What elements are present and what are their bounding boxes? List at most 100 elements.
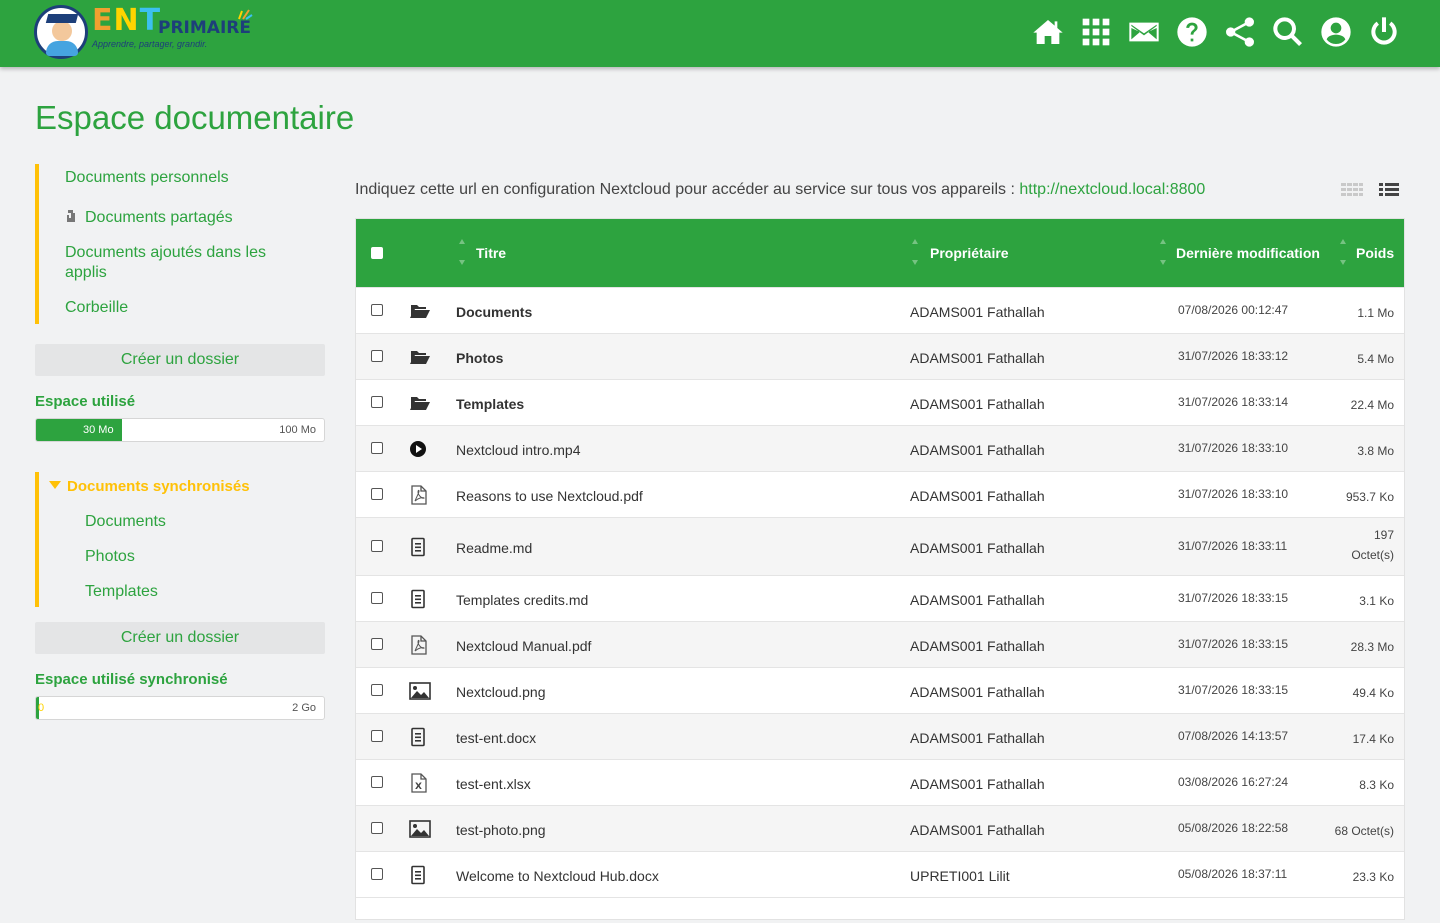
file-size: 22.4 Mo xyxy=(1350,398,1394,412)
file-owner: ADAMS001 Fathallah xyxy=(910,488,1045,504)
nextcloud-info-text: Indiquez cette url en configuration Next… xyxy=(355,181,1020,198)
column-title[interactable]: Titre xyxy=(476,245,506,261)
search-icon[interactable] xyxy=(1272,16,1304,48)
nextcloud-url-link[interactable]: http://nextcloud.local:8800 xyxy=(1019,181,1205,198)
column-size[interactable]: Poids xyxy=(1356,245,1394,261)
row-checkbox[interactable] xyxy=(371,540,383,552)
sync-item-templates[interactable]: Templates xyxy=(85,583,158,601)
file-owner: ADAMS001 Fathallah xyxy=(910,396,1045,412)
file-owner: UPRETI001 Lilit xyxy=(910,868,1010,884)
file-name[interactable]: Welcome to Nextcloud Hub.docx xyxy=(456,868,659,884)
row-checkbox[interactable] xyxy=(371,592,383,604)
sync-documents-toggle[interactable]: Documents synchronisés xyxy=(49,478,250,495)
file-name[interactable]: Nextcloud.png xyxy=(456,684,546,700)
table-row[interactable]: Readme.md ADAMS001 Fathallah 31/07/2026 18… xyxy=(356,517,1404,575)
file-name[interactable]: test-photo.png xyxy=(456,822,546,838)
row-checkbox[interactable] xyxy=(371,868,383,880)
table-row[interactable]: Nextcloud.png ADAMS001 Fathallah 31/07/202… xyxy=(356,667,1404,713)
table-row[interactable]: Templates credits.md ADAMS001 Fathallah 31… xyxy=(356,575,1404,621)
home-icon[interactable] xyxy=(1032,16,1064,48)
svg-text:X: X xyxy=(415,782,422,792)
grid-view-icon[interactable] xyxy=(1341,181,1363,199)
create-sync-folder-button[interactable]: Créer un dossier xyxy=(35,622,325,654)
top-bar: ENT PRIMAIRE Apprendre, partager, grandi… xyxy=(0,0,1440,67)
doc-icon xyxy=(409,589,431,609)
apps-icon[interactable] xyxy=(1080,16,1112,48)
account-icon[interactable] xyxy=(1320,16,1352,48)
row-checkbox[interactable] xyxy=(371,350,383,362)
sort-owner-icon[interactable] xyxy=(912,239,918,265)
table-row[interactable]: Nextcloud Manual.pdf ADAMS001 Fathallah 31… xyxy=(356,621,1404,667)
file-size: 953.7 Ko xyxy=(1345,490,1394,504)
table-row[interactable]: Welcome to Nextcloud Hub.docx UPRETI001 L… xyxy=(356,851,1404,897)
file-name[interactable]: Documents xyxy=(456,304,532,320)
caret-down-icon xyxy=(49,481,61,489)
row-checkbox[interactable] xyxy=(371,684,383,696)
table-row[interactable]: Templates ADAMS001 Fathallah 31/07/2026 18… xyxy=(356,379,1404,425)
sort-size-icon[interactable] xyxy=(1340,239,1346,265)
file-size-unit: Octet(s) xyxy=(1351,548,1394,562)
table-row[interactable]: Nextcloud intro.mp4 ADAMS001 Fathallah 31/… xyxy=(356,425,1404,471)
create-folder-button[interactable]: Créer un dossier xyxy=(35,344,325,376)
nav-shared-documents[interactable]: Documents partagés xyxy=(39,208,309,228)
help-icon[interactable] xyxy=(1176,16,1208,48)
folder-icon xyxy=(409,301,431,321)
file-size: 17.4 Ko xyxy=(1352,732,1394,746)
file-modified-date: 05/08/2026 18:22:58 xyxy=(1178,821,1289,835)
nav-apps-documents[interactable]: Documents ajoutés dans les applis xyxy=(39,243,309,283)
column-modified[interactable]: Dernière modification xyxy=(1176,245,1320,261)
file-owner: ADAMS001 Fathallah xyxy=(910,540,1045,556)
row-checkbox[interactable] xyxy=(371,488,383,500)
column-owner[interactable]: Propriétaire xyxy=(930,245,1009,261)
file-modified-date: 07/08/2026 00:12:47 xyxy=(1178,303,1289,317)
mail-icon[interactable] xyxy=(1128,16,1160,48)
sync-documents-label: Documents synchronisés xyxy=(67,478,250,495)
row-checkbox[interactable] xyxy=(371,822,383,834)
sync-item-documents[interactable]: Documents xyxy=(85,513,166,531)
row-checkbox[interactable] xyxy=(371,442,383,454)
file-size: 3.1 Ko xyxy=(1359,594,1394,608)
file-name[interactable]: test-ent.docx xyxy=(456,730,536,746)
row-checkbox[interactable] xyxy=(371,396,383,408)
ent-primaire-logo[interactable]: ENT PRIMAIRE Apprendre, partager, grandi… xyxy=(34,3,264,59)
file-modified-date: 31/07/2026 18:33:10 xyxy=(1178,441,1289,455)
file-modified-date: 31/07/2026 18:33:11 xyxy=(1178,539,1288,553)
usage-max: 100 Mo xyxy=(279,424,316,436)
file-owner: ADAMS001 Fathallah xyxy=(910,350,1045,366)
file-table: Titre Propriétaire Dernière modification… xyxy=(355,218,1405,920)
file-name[interactable]: Readme.md xyxy=(456,540,532,556)
nav-personal-documents[interactable]: Documents personnels xyxy=(39,168,309,188)
table-row[interactable]: Documents ADAMS001 Fathallah 07/08/2026 00… xyxy=(356,287,1404,333)
file-modified-date: 31/07/2026 18:33:12 xyxy=(1178,349,1289,363)
table-row[interactable]: test-ent.docx ADAMS001 Fathallah 07/08/202… xyxy=(356,713,1404,759)
image-icon xyxy=(409,819,431,839)
logo-mascot xyxy=(34,5,88,59)
table-row[interactable]: test-photo.png ADAMS001 Fathallah 05/08/20… xyxy=(356,805,1404,851)
table-row[interactable]: Photos ADAMS001 Fathallah 31/07/2026 18:33… xyxy=(356,333,1404,379)
table-row[interactable]: Xtest-ent.xlsx ADAMS001 Fathallah 03/08/20… xyxy=(356,759,1404,805)
table-footer xyxy=(356,897,1404,919)
sync-item-photos[interactable]: Photos xyxy=(85,548,135,566)
list-view-icon[interactable] xyxy=(1378,181,1400,199)
file-name[interactable]: test-ent.xlsx xyxy=(456,776,531,792)
table-body: Documents ADAMS001 Fathallah 07/08/2026 00… xyxy=(356,287,1404,897)
nav-trash[interactable]: Corbeille xyxy=(39,298,309,318)
row-checkbox[interactable] xyxy=(371,638,383,650)
power-icon[interactable] xyxy=(1368,16,1400,48)
share-icon[interactable] xyxy=(1224,16,1256,48)
file-name[interactable]: Photos xyxy=(456,350,503,366)
row-checkbox[interactable] xyxy=(371,730,383,742)
file-name[interactable]: Templates credits.md xyxy=(456,592,588,608)
folder-icon xyxy=(409,347,431,367)
file-name[interactable]: Reasons to use Nextcloud.pdf xyxy=(456,488,643,504)
row-checkbox[interactable] xyxy=(371,776,383,788)
file-name[interactable]: Nextcloud Manual.pdf xyxy=(456,638,591,654)
file-name[interactable]: Nextcloud intro.mp4 xyxy=(456,442,581,458)
select-all-checkbox[interactable] xyxy=(371,247,383,259)
sort-title-icon[interactable] xyxy=(459,239,465,265)
sort-modified-icon[interactable] xyxy=(1160,239,1166,265)
file-name[interactable]: Templates xyxy=(456,396,524,412)
table-row[interactable]: Reasons to use Nextcloud.pdf ADAMS001 Fat… xyxy=(356,471,1404,517)
file-size: 1.1 Mo xyxy=(1357,306,1394,320)
row-checkbox[interactable] xyxy=(371,304,383,316)
